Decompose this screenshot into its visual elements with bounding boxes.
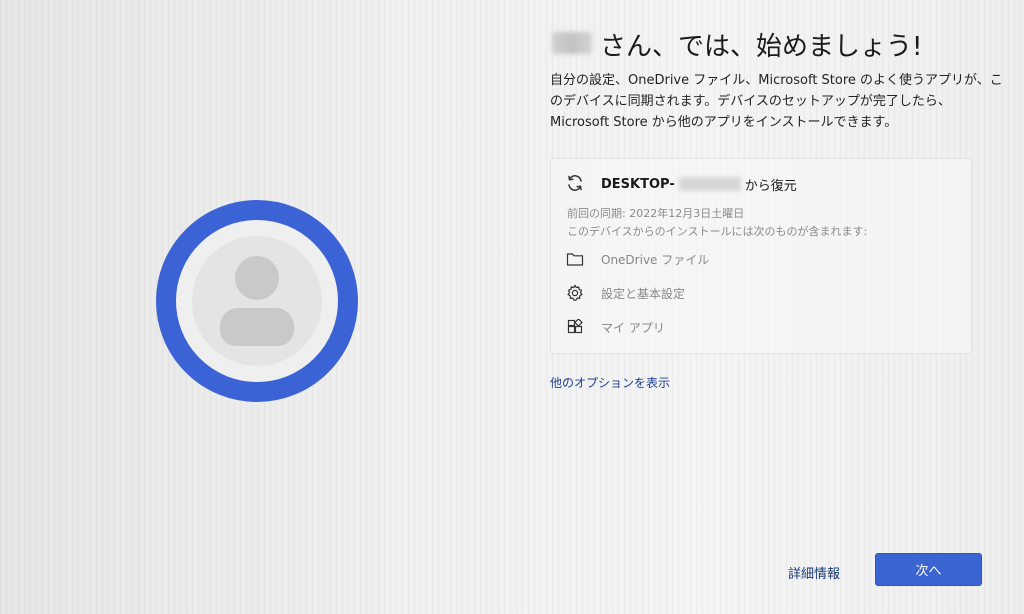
- avatar-placeholder: [192, 236, 322, 366]
- apps-icon: [565, 317, 585, 337]
- restore-card-header: DESKTOP- から復元: [565, 173, 797, 195]
- last-sync-date: 前回の同期: 2022年12月3日土曜日: [567, 207, 745, 220]
- device-name-prefix: DESKTOP-: [601, 176, 675, 192]
- redacted-username: [552, 32, 592, 54]
- redacted-device-id: [678, 177, 741, 191]
- restore-item-label: OneDrive ファイル: [601, 252, 710, 267]
- more-options-link[interactable]: 他のオプションを表示: [550, 374, 670, 391]
- sync-description: 自分の設定、OneDrive ファイル、Microsoft Store のよく使…: [550, 73, 1003, 130]
- next-button[interactable]: 次へ: [875, 553, 982, 586]
- folder-icon: [565, 249, 585, 269]
- restore-item-label: マイ アプリ: [601, 320, 665, 335]
- restore-card[interactable]: DESKTOP- から復元 前回の同期: 2022年12月3日土曜日 このデバイ…: [550, 158, 972, 354]
- sync-icon: [565, 173, 587, 195]
- avatar-head-shape: [235, 256, 279, 300]
- details-link[interactable]: 詳細情報: [788, 563, 840, 582]
- restore-from-label: から復元: [744, 178, 797, 194]
- user-avatar: [156, 200, 358, 402]
- gear-icon: [565, 283, 585, 303]
- avatar-body-shape: [220, 308, 294, 346]
- restore-item-settings: 設定と基本設定: [565, 283, 685, 303]
- includes-note: このデバイスからのインストールには次のものが含まれます:: [567, 225, 868, 238]
- restore-item-label: 設定と基本設定: [601, 286, 686, 301]
- restore-item-apps: マイ アプリ: [565, 317, 665, 337]
- restore-item-onedrive: OneDrive ファイル: [565, 249, 709, 269]
- page-title: さん、では、始めましょう!: [600, 32, 923, 62]
